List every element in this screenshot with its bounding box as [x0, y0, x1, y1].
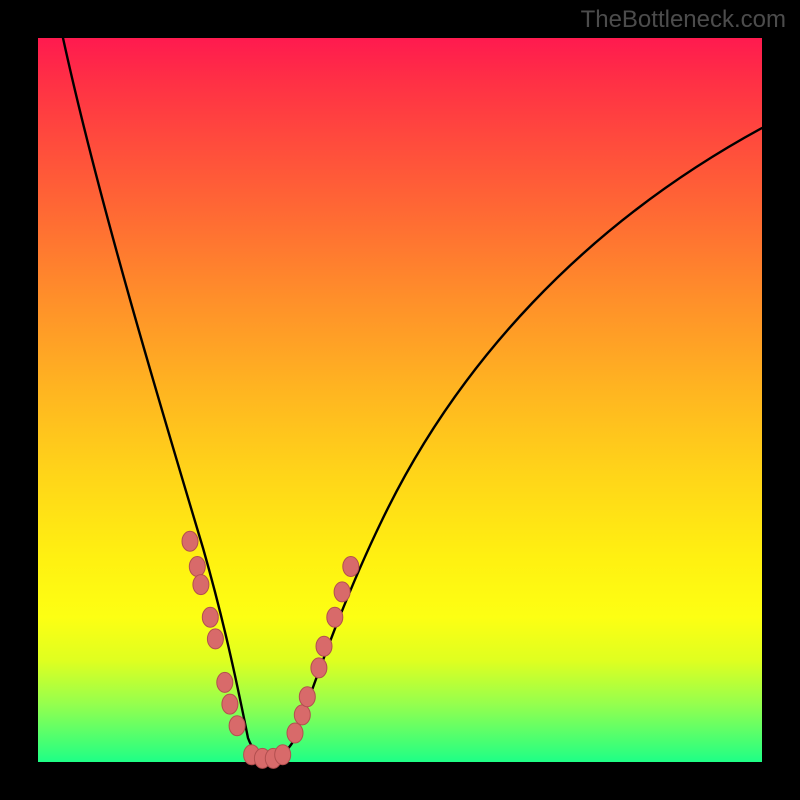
curve-marker	[207, 629, 223, 649]
watermark-text: TheBottleneck.com	[581, 6, 786, 34]
curve-marker	[222, 694, 238, 714]
markers-left	[182, 531, 245, 736]
markers-bottom	[244, 745, 291, 769]
curve-marker	[343, 557, 359, 577]
curve-marker	[275, 745, 291, 765]
curve-marker	[299, 687, 315, 707]
curve-marker	[316, 636, 332, 656]
curve-marker	[334, 582, 350, 602]
curve-marker	[327, 607, 343, 627]
curve-marker	[193, 575, 209, 595]
curve-marker	[217, 672, 233, 692]
curve-marker	[202, 607, 218, 627]
chart-frame: TheBottleneck.com	[0, 0, 800, 800]
curve-marker	[311, 658, 327, 678]
curve-marker	[182, 531, 198, 551]
plot-area	[38, 38, 762, 762]
markers-right	[287, 557, 359, 744]
chart-svg	[38, 38, 762, 762]
curve-marker	[189, 557, 205, 577]
curve-marker	[229, 716, 245, 736]
bottleneck-curve	[63, 38, 762, 758]
curve-marker	[294, 705, 310, 725]
curve-marker	[287, 723, 303, 743]
